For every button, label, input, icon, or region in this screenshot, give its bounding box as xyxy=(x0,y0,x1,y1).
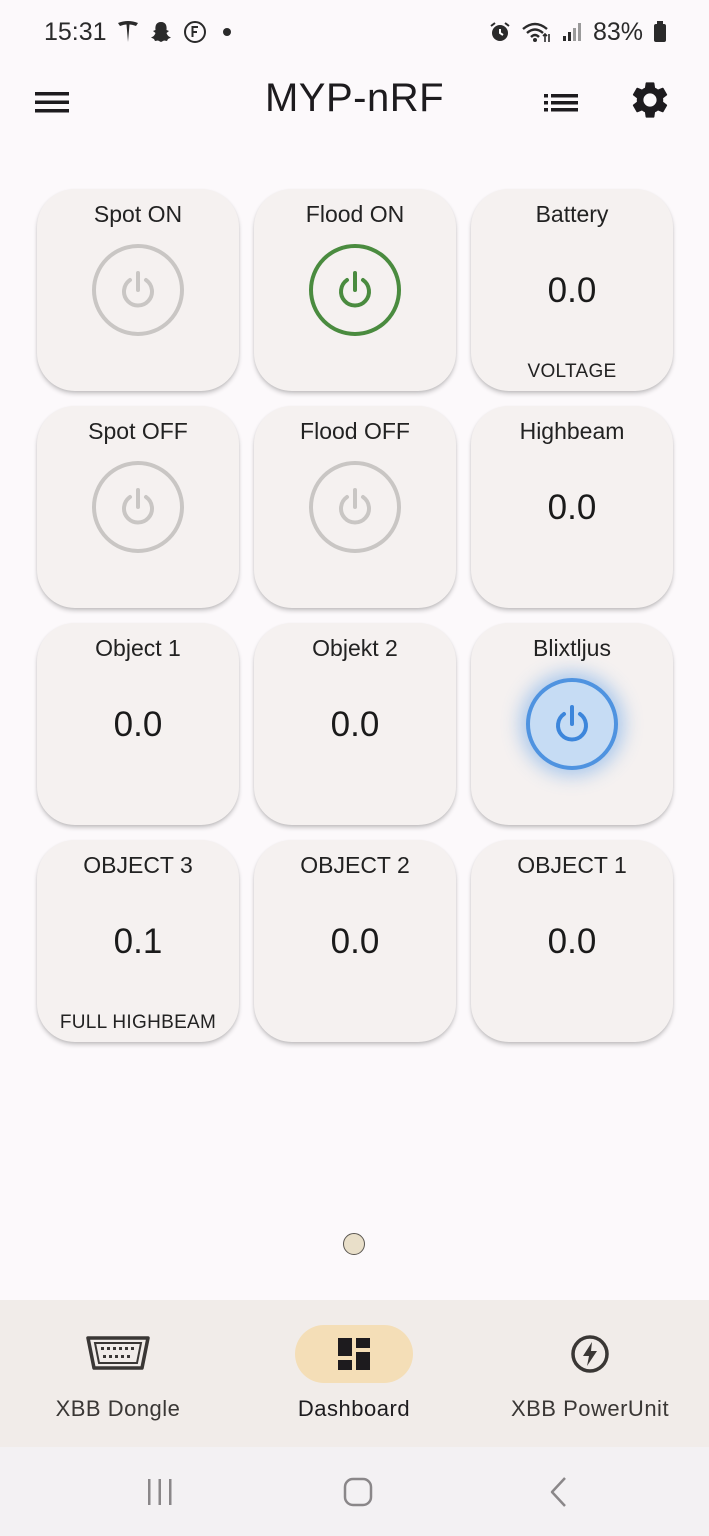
tile-title: Spot OFF xyxy=(88,418,188,444)
tile-subtitle: FULL HIGHBEAM xyxy=(59,1012,217,1033)
system-navigation-bar xyxy=(0,1447,709,1536)
battery-icon xyxy=(653,20,667,44)
power-bolt-icon xyxy=(561,1325,619,1383)
list-icon xyxy=(544,94,578,112)
power-icon xyxy=(556,705,588,742)
tile-title: Blixtljus xyxy=(533,635,611,661)
back-icon xyxy=(550,1477,566,1507)
recents-icon xyxy=(148,1479,172,1505)
tile-highbeam[interactable]: Highbeam 0.0 xyxy=(471,406,673,608)
tile-title: OBJECT 1 xyxy=(517,852,627,878)
tile-object-2-caps[interactable]: OBJECT 2 0.0 xyxy=(254,840,456,1042)
battery-percent: 83% xyxy=(592,17,643,46)
status-bar: 15:31 83% xyxy=(0,0,709,64)
tile-object-1[interactable]: Object 1 0.0 xyxy=(37,623,239,825)
tile-flood-off[interactable]: Flood OFF xyxy=(254,406,456,608)
settings-button[interactable] xyxy=(628,78,672,122)
tile-objekt-2[interactable]: Objekt 2 0.0 xyxy=(254,623,456,825)
tile-title: Flood OFF xyxy=(300,418,410,444)
power-icon xyxy=(122,271,154,308)
dot-icon xyxy=(217,20,237,44)
power-button[interactable] xyxy=(92,244,184,336)
obd-connector-icon xyxy=(83,1325,153,1383)
tile-value: 0.0 xyxy=(547,271,597,310)
power-icon xyxy=(339,488,371,525)
status-time: 15:31 xyxy=(44,17,107,46)
tile-spot-on[interactable]: Spot ON xyxy=(37,189,239,391)
tile-title: OBJECT 3 xyxy=(83,852,193,878)
gear-icon xyxy=(632,82,668,118)
f-circle-icon xyxy=(183,20,207,44)
tile-title: Spot ON xyxy=(93,201,183,227)
tile-title: OBJECT 2 xyxy=(300,852,410,878)
tile-spot-off[interactable]: Spot OFF xyxy=(37,406,239,608)
screen: 15:31 83% MYP-nRF Spot ON Flood ON Batte… xyxy=(0,0,709,1536)
page-indicator-dot xyxy=(343,1233,365,1255)
home-button[interactable] xyxy=(338,1475,378,1509)
power-icon xyxy=(339,271,371,308)
tile-value: 0.0 xyxy=(330,922,380,961)
tile-title: Battery xyxy=(535,201,609,227)
app-bar: MYP-nRF xyxy=(0,64,709,140)
recents-button[interactable] xyxy=(140,1475,180,1509)
list-button[interactable] xyxy=(540,82,584,122)
dashboard-grid: Spot ON Flood ON Battery 0.0 VOLTAGE Spo… xyxy=(37,189,673,1042)
nav-label: Dashboard xyxy=(297,1396,411,1421)
power-button[interactable] xyxy=(92,461,184,553)
alarm-icon xyxy=(489,21,511,43)
tile-value: 0.0 xyxy=(113,705,163,744)
tile-value: 0.0 xyxy=(330,705,380,744)
tile-value: 0.1 xyxy=(113,922,163,961)
tile-battery[interactable]: Battery 0.0 VOLTAGE xyxy=(471,189,673,391)
nav-label: XBB PowerUnit xyxy=(510,1396,670,1421)
dashboard-icon xyxy=(295,1325,413,1383)
tile-title: Flood ON xyxy=(305,201,405,227)
status-left: 15:31 xyxy=(44,18,237,47)
power-icon xyxy=(122,488,154,525)
tile-value: 0.0 xyxy=(547,488,597,527)
back-button[interactable] xyxy=(538,1475,578,1509)
home-icon xyxy=(343,1477,373,1507)
power-button[interactable] xyxy=(526,678,618,770)
tile-subtitle: VOLTAGE xyxy=(527,361,617,382)
tile-value: 0.0 xyxy=(547,922,597,961)
tesla-icon xyxy=(117,20,139,44)
tile-title: Objekt 2 xyxy=(312,635,398,661)
power-button[interactable] xyxy=(309,244,401,336)
snapchat-icon xyxy=(149,20,173,44)
nav-xbb-powerunit[interactable]: XBB PowerUnit xyxy=(490,1300,690,1447)
tile-title: Object 1 xyxy=(95,635,181,661)
power-button[interactable] xyxy=(309,461,401,553)
page-title: MYP-nRF xyxy=(264,76,445,120)
signal-icon xyxy=(561,21,583,43)
nav-dashboard[interactable]: Dashboard xyxy=(254,1300,454,1447)
tile-title: Highbeam xyxy=(519,418,625,444)
tile-flood-on[interactable]: Flood ON xyxy=(254,189,456,391)
nav-xbb-dongle[interactable]: XBB Dongle xyxy=(18,1300,218,1447)
wifi-icon xyxy=(521,20,551,44)
status-right: 83% xyxy=(489,18,667,47)
tile-object-3[interactable]: OBJECT 3 0.1 FULL HIGHBEAM xyxy=(37,840,239,1042)
bottom-navigation: XBB Dongle Dashboard XBB PowerUnit xyxy=(0,1300,709,1447)
nav-label: XBB Dongle xyxy=(55,1396,181,1421)
tile-object-1-caps[interactable]: OBJECT 1 0.0 xyxy=(471,840,673,1042)
tile-blixtljus[interactable]: Blixtljus xyxy=(471,623,673,825)
